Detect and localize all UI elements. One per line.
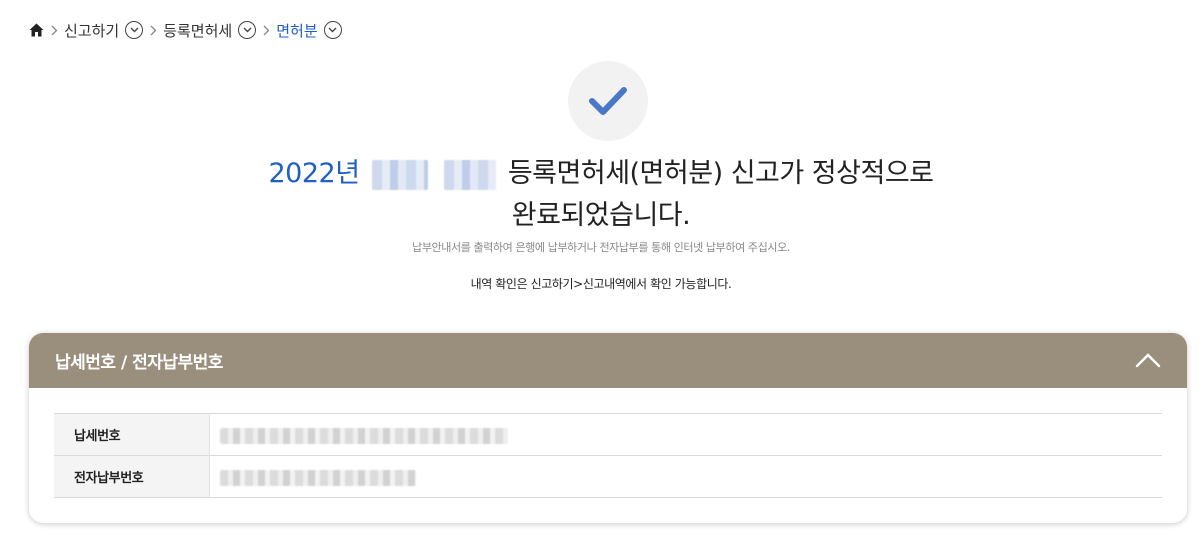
tax-number-table: 납세번호 전자납부번호 <box>54 413 1162 498</box>
home-icon[interactable] <box>28 22 44 38</box>
table-row: 전자납부번호 <box>54 455 1162 498</box>
message-line2: 완료되었습니다. <box>511 200 691 231</box>
chevron-down-icon[interactable] <box>323 21 342 39</box>
panel-header[interactable]: 납세번호 / 전자납부번호 <box>29 333 1187 388</box>
table-row: 납세번호 <box>54 413 1162 456</box>
breadcrumb-label: 등록면허세 <box>163 21 233 40</box>
chevron-right-icon <box>143 22 163 38</box>
masked-text <box>443 159 496 190</box>
chevron-right-icon <box>256 22 276 38</box>
panel-title: 납세번호 / 전자납부번호 <box>55 353 223 373</box>
success-check-icon <box>568 61 648 141</box>
masked-value <box>219 427 508 444</box>
electronic-payment-number-label: 전자납부번호 <box>54 455 210 498</box>
breadcrumb-item-registration-license-tax[interactable]: 등록면허세 <box>163 20 257 41</box>
breadcrumb-label: 면허분 <box>276 21 318 40</box>
message-line1: 등록면허세(면허분) 신고가 정상적으로 <box>507 158 934 189</box>
history-guide-text: 내역 확인은 신고하기>신고내역에서 확인 가능합니다. <box>470 277 732 291</box>
breadcrumb: 신고하기 등록면허세 면허분 <box>28 19 342 41</box>
report-year: 2022년 <box>268 158 360 189</box>
payment-guide-text: 납부안내서를 출력하여 은행에 납부하거나 전자납부를 통해 인터넷 납부하여 … <box>412 241 790 254</box>
chevron-right-icon <box>44 22 64 38</box>
page: 신고하기 등록면허세 면허분 2022년 등록면허세(면허분) 신고가 정상적으… <box>0 0 1202 538</box>
tax-number-panel: 납세번호 / 전자납부번호 납세번호 전자납부번호 <box>29 333 1187 523</box>
tax-number-value <box>209 414 1162 456</box>
chevron-up-icon[interactable] <box>1135 348 1161 374</box>
chevron-down-icon[interactable] <box>125 21 144 39</box>
masked-value <box>219 469 416 486</box>
breadcrumb-label: 신고하기 <box>64 21 120 40</box>
masked-text <box>371 159 428 190</box>
breadcrumb-item-license[interactable]: 면허분 <box>276 20 342 41</box>
tax-number-label: 납세번호 <box>54 413 210 456</box>
completion-message: 2022년 등록면허세(면허분) 신고가 정상적으로 완료되었습니다. <box>0 153 1202 237</box>
breadcrumb-item-report[interactable]: 신고하기 <box>64 20 144 41</box>
chevron-down-icon[interactable] <box>238 21 257 39</box>
electronic-payment-number-value <box>209 456 1162 498</box>
